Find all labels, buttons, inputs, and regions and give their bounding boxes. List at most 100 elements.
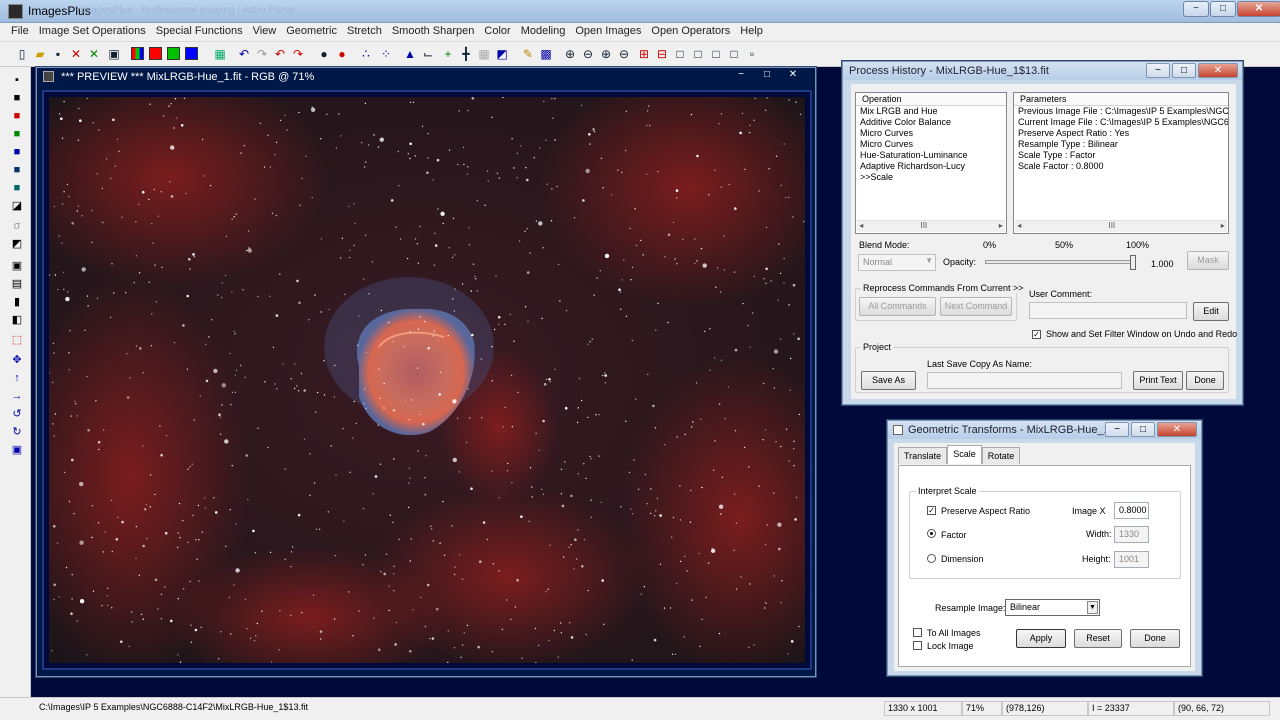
operation-item[interactable]: Mix LRGB and Hue [856,106,1006,117]
minimize-button[interactable]: − [1183,1,1209,17]
geo-done-button[interactable]: Done [1130,629,1180,648]
operation-item[interactable]: Micro Curves [856,128,1006,139]
turn-icon[interactable]: ↻ [10,425,24,439]
right-arrow-icon[interactable]: → [10,389,24,403]
operation-list[interactable]: Operation Mix LRGB and Hue Additive Color… [855,92,1007,234]
red-channel-icon[interactable]: ■ [10,109,24,123]
edit-button[interactable]: Edit [1193,302,1229,321]
mask-icon[interactable]: ◪ [10,199,24,213]
height-field[interactable]: 1001 [1114,551,1149,568]
blend-mode-select[interactable]: Normal ▼ [858,254,936,271]
menu-stretch[interactable]: Stretch [342,23,387,41]
history-minimize-button[interactable]: − [1146,63,1170,78]
add-icon[interactable]: ⊞ [636,46,652,62]
grid2-icon[interactable]: ▦ [476,46,492,62]
factor-radio[interactable] [927,529,936,538]
stars-icon[interactable]: ⁘ [378,46,394,62]
preview-maximize-button[interactable]: □ [755,68,779,83]
display-icon[interactable]: ▣ [106,46,122,62]
blue-channel-icon[interactable]: ■ [10,145,24,159]
operation-item[interactable]: Micro Curves [856,139,1006,150]
dimension-radio[interactable] [927,554,936,563]
blue-icon[interactable] [185,47,198,60]
new-icon[interactable]: ▯ [14,46,30,62]
luminance-icon[interactable]: ■ [10,163,24,177]
preview-title-bar[interactable]: *** PREVIEW *** MixLRGB-Hue_1.fit - RGB … [37,68,815,86]
preview-close-button[interactable]: ✕ [781,68,805,83]
save-icon[interactable]: ▪ [10,73,24,87]
redo-step-icon[interactable]: ↷ [290,46,306,62]
red-icon[interactable] [149,47,162,60]
rgb-icon[interactable] [131,47,144,60]
tab-scale[interactable]: Scale [947,445,982,464]
history-done-button[interactable]: Done [1186,371,1224,390]
zoom-out-icon[interactable]: ⊖ [580,46,596,62]
menu-smooth-sharpen[interactable]: Smooth Sharpen [387,23,480,41]
geo-minimize-button[interactable]: − [1105,422,1129,437]
white-point-icon[interactable]: ● [334,46,350,62]
green-icon[interactable] [167,47,180,60]
image-x-field[interactable]: 0.8000 [1114,502,1149,519]
green-channel-icon[interactable]: ■ [10,127,24,141]
black-point-icon[interactable]: ● [316,46,332,62]
square2-icon[interactable]: □ [690,46,706,62]
grid-icon[interactable]: ▦ [212,46,228,62]
preserve-aspect-checkbox[interactable]: ✓ [927,506,936,515]
undo-icon[interactable]: ↶ [236,46,252,62]
square4-icon[interactable]: □ [726,46,742,62]
save-as-button[interactable]: Save As [861,371,916,390]
copy-icon[interactable]: ▣ [10,443,24,457]
menu-help[interactable]: Help [735,23,768,41]
frame-icon[interactable]: ▣ [10,259,24,273]
user-comment-field[interactable] [1029,302,1187,319]
curve-icon[interactable]: ⌙ [420,46,436,62]
print-text-button[interactable]: Print Text [1133,371,1183,390]
cyan-icon[interactable]: ■ [10,181,24,195]
opacity-slider[interactable] [985,255,1136,270]
tab-rotate[interactable]: Rotate [981,447,1021,464]
plus-crosshair-icon[interactable]: ╋ [458,46,474,62]
operation-item[interactable]: Additive Color Balance [856,117,1006,128]
level-icon[interactable]: ▮ [10,295,24,309]
square1-icon[interactable]: □ [672,46,688,62]
last-save-field[interactable] [927,372,1122,389]
operation-item[interactable]: Hue-Saturation-Luminance [856,150,1006,161]
zoom-fit-icon[interactable]: ⊕ [598,46,614,62]
star-icon[interactable]: ∴ [358,46,374,62]
square5-icon[interactable]: ▫ [744,46,760,62]
redo-icon[interactable]: ↷ [254,46,270,62]
menu-modeling[interactable]: Modeling [516,23,571,41]
pencil-icon[interactable]: ✎ [520,46,536,62]
black-square-icon[interactable]: ■ [10,91,24,105]
nebula-image[interactable] [49,97,805,663]
sigma-icon[interactable]: σ [10,219,24,233]
operation-item[interactable]: Adaptive Richardson-Lucy [856,161,1006,172]
all-commands-button[interactable]: All Commands [859,297,936,316]
zoom-100-icon[interactable]: ⊖ [616,46,632,62]
to-all-images-checkbox[interactable] [913,628,922,637]
resample-select[interactable]: Bilinear ▼ [1005,599,1100,616]
maximize-button[interactable]: □ [1210,1,1236,17]
zoom-in-icon[interactable]: ⊕ [562,46,578,62]
menu-file[interactable]: File [6,23,34,41]
menu-geometric[interactable]: Geometric [281,23,342,41]
open-icon[interactable]: ▰ [32,46,48,62]
fit-icon[interactable]: ◩ [494,46,510,62]
tab-translate[interactable]: Translate [898,447,948,464]
parameters-scrollbar[interactable]: ◂ III ▸ [1015,220,1227,232]
save-icon[interactable]: ▪ [50,46,66,62]
gradient-icon[interactable]: ◩ [10,237,24,251]
mask-button[interactable]: Mask [1187,251,1229,270]
geo-maximize-button[interactable]: □ [1131,422,1155,437]
opacity-slider-thumb[interactable] [1130,255,1136,270]
operation-scrollbar[interactable]: ◂ III ▸ [857,220,1005,232]
apply-button[interactable]: Apply [1016,629,1066,648]
operation-header[interactable]: Operation [856,93,1006,106]
parameters-list[interactable]: Parameters Previous Image File : C:\Imag… [1013,92,1229,234]
undo-step-icon[interactable]: ↶ [272,46,288,62]
move-icon[interactable]: ✥ [10,353,24,367]
next-command-button[interactable]: Next Command [940,297,1012,316]
square3-icon[interactable]: □ [708,46,724,62]
menu-open-images[interactable]: Open Images [570,23,646,41]
menu-special-functions[interactable]: Special Functions [151,23,248,41]
